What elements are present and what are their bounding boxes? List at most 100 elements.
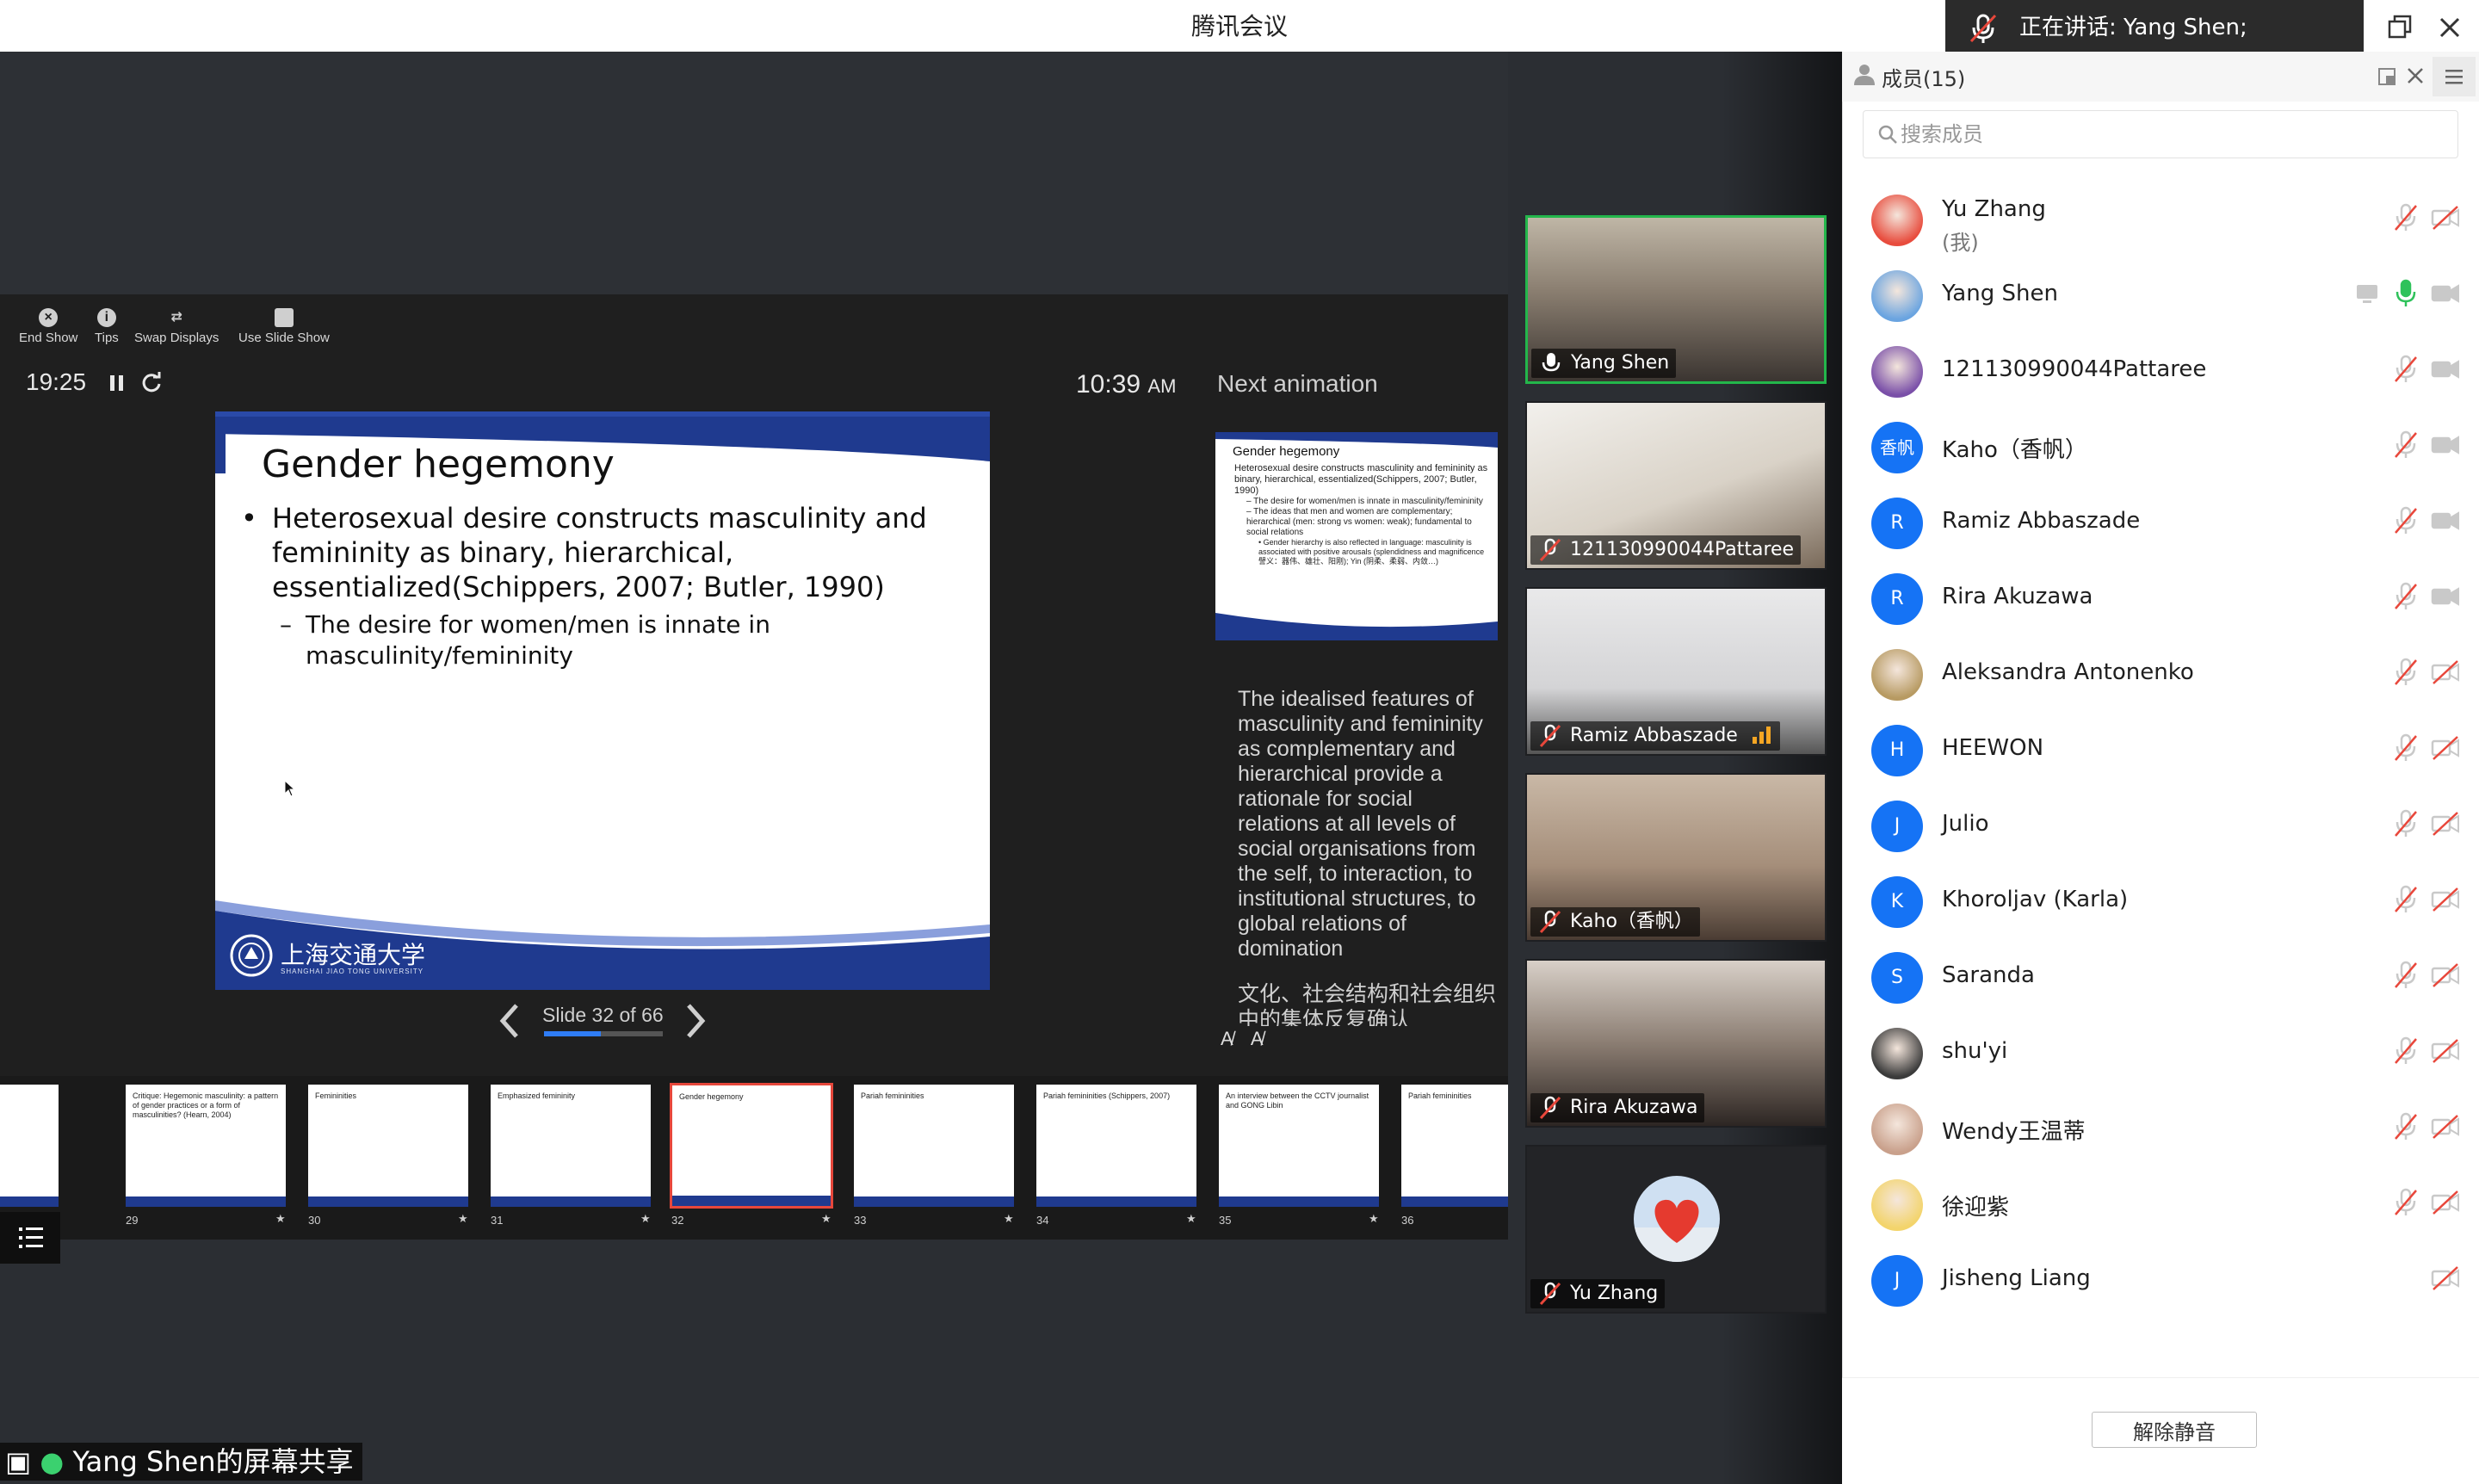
video-tile[interactable]: Rira Akuzawa [1525, 959, 1827, 1128]
video-tile[interactable]: Yang Shen [1525, 215, 1827, 384]
muted-mic-icon[interactable] [2393, 1112, 2419, 1141]
university-logo-text: 上海交通大学 [281, 941, 426, 969]
member-name: 徐迎紫 [1942, 1195, 2010, 1221]
video-tile-label: Ramiz Abbaszade [1530, 721, 1780, 751]
member-name: shu'yi [1942, 1038, 2008, 1064]
dash-marker: – [280, 610, 292, 639]
member-row[interactable]: 徐迎紫 [1842, 1164, 2479, 1240]
muted-mic-icon[interactable] [2393, 355, 2419, 384]
increase-font-icon[interactable]: A̸ [1221, 1028, 1233, 1049]
menu-icon[interactable] [2433, 57, 2476, 96]
muted-mic-icon[interactable] [2393, 1188, 2419, 1217]
reset-timer-icon[interactable] [140, 372, 163, 394]
decrease-font-icon[interactable]: A̸ [1251, 1028, 1264, 1049]
muted-mic-icon[interactable] [2393, 203, 2419, 232]
camera-icon[interactable] [2431, 281, 2460, 306]
camera-off-icon[interactable] [2431, 1265, 2460, 1291]
avatar: H [1871, 725, 1923, 776]
speaking-indicator: 正在讲话: Yang Shen; [1945, 0, 2364, 57]
camera-off-icon[interactable] [2431, 1038, 2460, 1064]
muted-mic-icon [1969, 14, 1997, 43]
member-name: Kaho（香帆） [1942, 437, 2087, 463]
camera-icon[interactable] [2431, 356, 2460, 382]
close-panel-icon[interactable] [2405, 65, 2426, 86]
video-tile[interactable]: 121130990044Pattaree [1525, 401, 1827, 570]
camera-off-icon[interactable] [2431, 887, 2460, 912]
camera-off-icon[interactable] [2431, 659, 2460, 685]
video-tile[interactable]: Ramiz Abbaszade [1525, 587, 1827, 756]
thumbnail-footer-band [126, 1196, 286, 1207]
restore-window-icon[interactable] [2384, 12, 2415, 43]
muted-mic-icon[interactable] [2393, 658, 2419, 687]
close-window-icon[interactable] [2433, 10, 2467, 45]
member-row[interactable]: J Julio [1842, 785, 2479, 861]
slide-counter: Slide 32 of 66 [542, 1004, 664, 1026]
speaker-notes[interactable]: The idealised features of masculinity an… [1215, 673, 1508, 1026]
member-row[interactable]: R Rira Akuzawa [1842, 558, 2479, 634]
member-row[interactable]: 香帆 Kaho（香帆） [1842, 406, 2479, 482]
slide-thumbnail[interactable]: Emphasized femininity [489, 1083, 652, 1209]
thumbnail-title: Critique: Hegemonic masculinity: a patte… [133, 1091, 279, 1119]
slide-thumbnail[interactable]: Critique: Hegemonic masculinity: a patte… [124, 1083, 287, 1209]
outline-list-icon[interactable] [0, 1212, 60, 1264]
swap-displays-button[interactable]: ⇄ Swap Displays [134, 303, 219, 345]
camera-icon[interactable] [2431, 584, 2460, 609]
muted-mic-icon[interactable] [2393, 885, 2419, 914]
camera-off-icon[interactable] [2431, 811, 2460, 837]
member-row[interactable]: Yu Zhang (我) [1842, 179, 2479, 255]
member-row[interactable]: Aleksandra Antonenko [1842, 634, 2479, 709]
previous-slide-icon[interactable] [498, 1002, 520, 1040]
member-row[interactable]: shu'yi [1842, 1012, 2479, 1088]
video-tile[interactable]: Yu Zhang [1525, 1145, 1827, 1314]
muted-mic-icon[interactable] [2393, 809, 2419, 838]
member-search-input[interactable] [1901, 112, 2417, 157]
slide-bullet: • Heterosexual desire constructs masculi… [241, 502, 927, 603]
use-slide-show-button[interactable]: Use Slide Show [238, 303, 330, 345]
camera-off-icon[interactable] [2431, 205, 2460, 231]
next-slide-icon[interactable] [685, 1002, 708, 1040]
thumbnail-footer-band [0, 1196, 59, 1207]
camera-off-icon[interactable] [2431, 962, 2460, 988]
video-tile[interactable]: Kaho（香帆） [1525, 773, 1827, 942]
slide-thumbnail[interactable]: Pariah femininities (Schippers, 2007) [1035, 1083, 1198, 1209]
member-row[interactable]: H HEEWON [1842, 709, 2479, 785]
thumbnail-footer-band [308, 1196, 468, 1207]
muted-mic-icon[interactable] [2393, 506, 2419, 535]
camera-icon[interactable] [2431, 508, 2460, 534]
tips-button[interactable]: i Tips [95, 303, 119, 345]
muted-mic-icon[interactable] [2393, 733, 2419, 763]
slide-thumbnail[interactable]: Gender hegemony [670, 1083, 833, 1209]
university-logo-subtext: SHANGHAI JIAO TONG UNIVERSITY [281, 968, 424, 975]
signal-strength-icon [1752, 727, 1771, 744]
popout-icon[interactable] [2377, 67, 2396, 86]
slide-thumbnail[interactable]: An interview between the CCTV journalist… [1217, 1083, 1381, 1209]
notes-font-size-controls[interactable]: A̸ A̸ [1221, 1028, 1264, 1050]
muted-mic-icon[interactable] [2393, 430, 2419, 460]
screen-share-caption: ▣ ● Yang Shen的屏幕共享 [0, 1443, 362, 1481]
mic-on-icon[interactable] [2393, 279, 2419, 308]
end-show-button[interactable]: × End Show [19, 303, 77, 345]
pause-icon[interactable] [108, 374, 126, 393]
muted-mic-icon[interactable] [2393, 582, 2419, 611]
camera-off-icon[interactable] [2431, 735, 2460, 761]
member-row[interactable]: S Saranda [1842, 937, 2479, 1012]
camera-icon[interactable] [2431, 432, 2460, 458]
camera-off-icon[interactable] [2431, 1190, 2460, 1215]
screen-share-icon: ▣ [5, 1445, 32, 1478]
member-row[interactable]: Wendy王温蒂 [1842, 1088, 2479, 1164]
slide-thumbnail[interactable]: Pariah femininities [852, 1083, 1016, 1209]
thumbnail-footer-band [1219, 1196, 1379, 1207]
member-row[interactable]: R Ramiz Abbaszade [1842, 482, 2479, 558]
slide-thumbnail[interactable]: nd Violence [0, 1083, 60, 1209]
muted-mic-icon[interactable] [2393, 961, 2419, 990]
member-row[interactable]: K Khoroljav (Karla) [1842, 861, 2479, 937]
slide-thumbnail[interactable]: Femininities [306, 1083, 470, 1209]
member-row[interactable]: J Jisheng Liang [1842, 1240, 2479, 1315]
avatar [1634, 1176, 1720, 1262]
video-tile-label: 121130990044Pattaree [1530, 535, 1802, 565]
member-row[interactable]: Yang Shen [1842, 255, 2479, 331]
member-row[interactable]: 121130990044Pattaree [1842, 331, 2479, 406]
unmute-all-button[interactable]: 解除静音 [2092, 1412, 2257, 1448]
camera-off-icon[interactable] [2431, 1114, 2460, 1140]
muted-mic-icon[interactable] [2393, 1036, 2419, 1066]
